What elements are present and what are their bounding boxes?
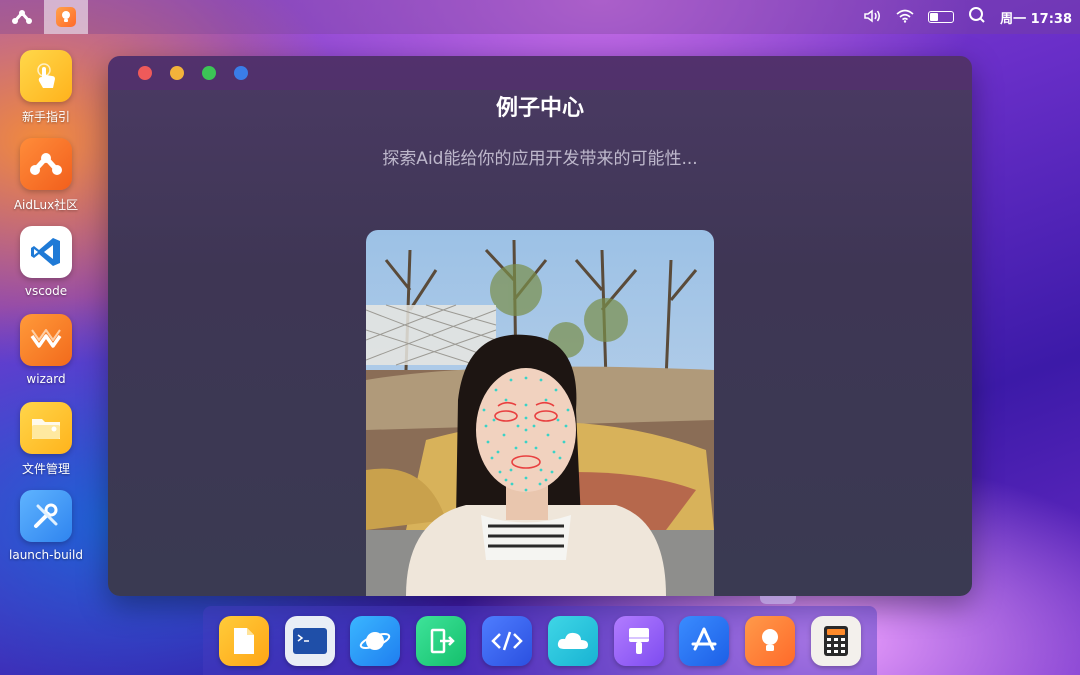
desktop-launcher: 新手指引 AidLux社区 vscode wizard 文件管理 launch-… — [0, 50, 92, 578]
launcher-label: wizard — [26, 372, 66, 386]
terminal-icon[interactable] — [284, 615, 335, 666]
dock — [203, 606, 877, 675]
paint-brush-icon[interactable] — [613, 615, 664, 666]
files-icon[interactable] — [218, 615, 269, 666]
wifi-icon[interactable] — [896, 8, 914, 27]
volume-icon[interactable] — [864, 8, 882, 27]
launcher-item-wizard[interactable]: wizard — [0, 314, 92, 402]
launcher-label: AidLux社区 — [13, 198, 79, 212]
battery-icon[interactable] — [928, 11, 955, 23]
launcher-label: 新手指引 — [21, 110, 70, 124]
clock[interactable]: 周一 17:38 — [1000, 8, 1072, 27]
code-editor-icon[interactable] — [482, 615, 533, 666]
battery-level — [930, 13, 938, 21]
example-center-window: 例子中心 探索Aid能给你的应用开发带来的可能性... — [108, 56, 972, 596]
launcher-label: launch-build — [9, 548, 83, 562]
exit-door-icon[interactable] — [416, 615, 467, 666]
folder-icon — [20, 402, 72, 454]
minimize-window-button[interactable] — [170, 66, 184, 80]
lightbulb-icon[interactable] — [745, 615, 796, 666]
page-subtitle: 探索Aid能给你的应用开发带来的可能性... — [382, 149, 698, 169]
top-bar: 周一 17:38 — [0, 0, 1080, 34]
wizard-icon — [20, 314, 72, 366]
face-mesh-demo-image[interactable] — [366, 230, 714, 596]
maximize-window-button[interactable] — [202, 66, 216, 80]
active-app-tab[interactable] — [44, 0, 88, 34]
hand-pointer-icon — [20, 50, 72, 102]
launcher-item-aidlux-community[interactable]: AidLux社区 — [0, 138, 92, 226]
page-title: 例子中心 — [495, 96, 584, 121]
launcher-item-guide[interactable]: 新手指引 — [0, 50, 92, 138]
launcher-label: vscode — [24, 284, 68, 298]
lightbulb-icon — [56, 7, 76, 27]
launcher-label: 文件管理 — [21, 462, 70, 476]
aidlux-logo-icon[interactable] — [0, 0, 44, 34]
launcher-item-vscode[interactable]: vscode — [0, 226, 92, 314]
dock-handle[interactable] — [760, 596, 796, 604]
extra-window-button[interactable] — [234, 66, 248, 80]
aidlux-logo-icon — [20, 138, 72, 190]
launcher-item-file-manager[interactable]: 文件管理 — [0, 402, 92, 490]
close-window-button[interactable] — [138, 66, 152, 80]
launcher-item-launch-build[interactable]: launch-build — [0, 490, 92, 578]
tools-icon — [20, 490, 72, 542]
vscode-icon — [20, 226, 72, 278]
calculator-icon[interactable] — [811, 615, 862, 666]
browser-planet-icon[interactable] — [350, 615, 401, 666]
cloud-icon[interactable] — [547, 615, 598, 666]
search-icon[interactable] — [968, 6, 986, 28]
app-store-icon[interactable] — [679, 615, 730, 666]
window-titlebar[interactable] — [108, 56, 972, 90]
